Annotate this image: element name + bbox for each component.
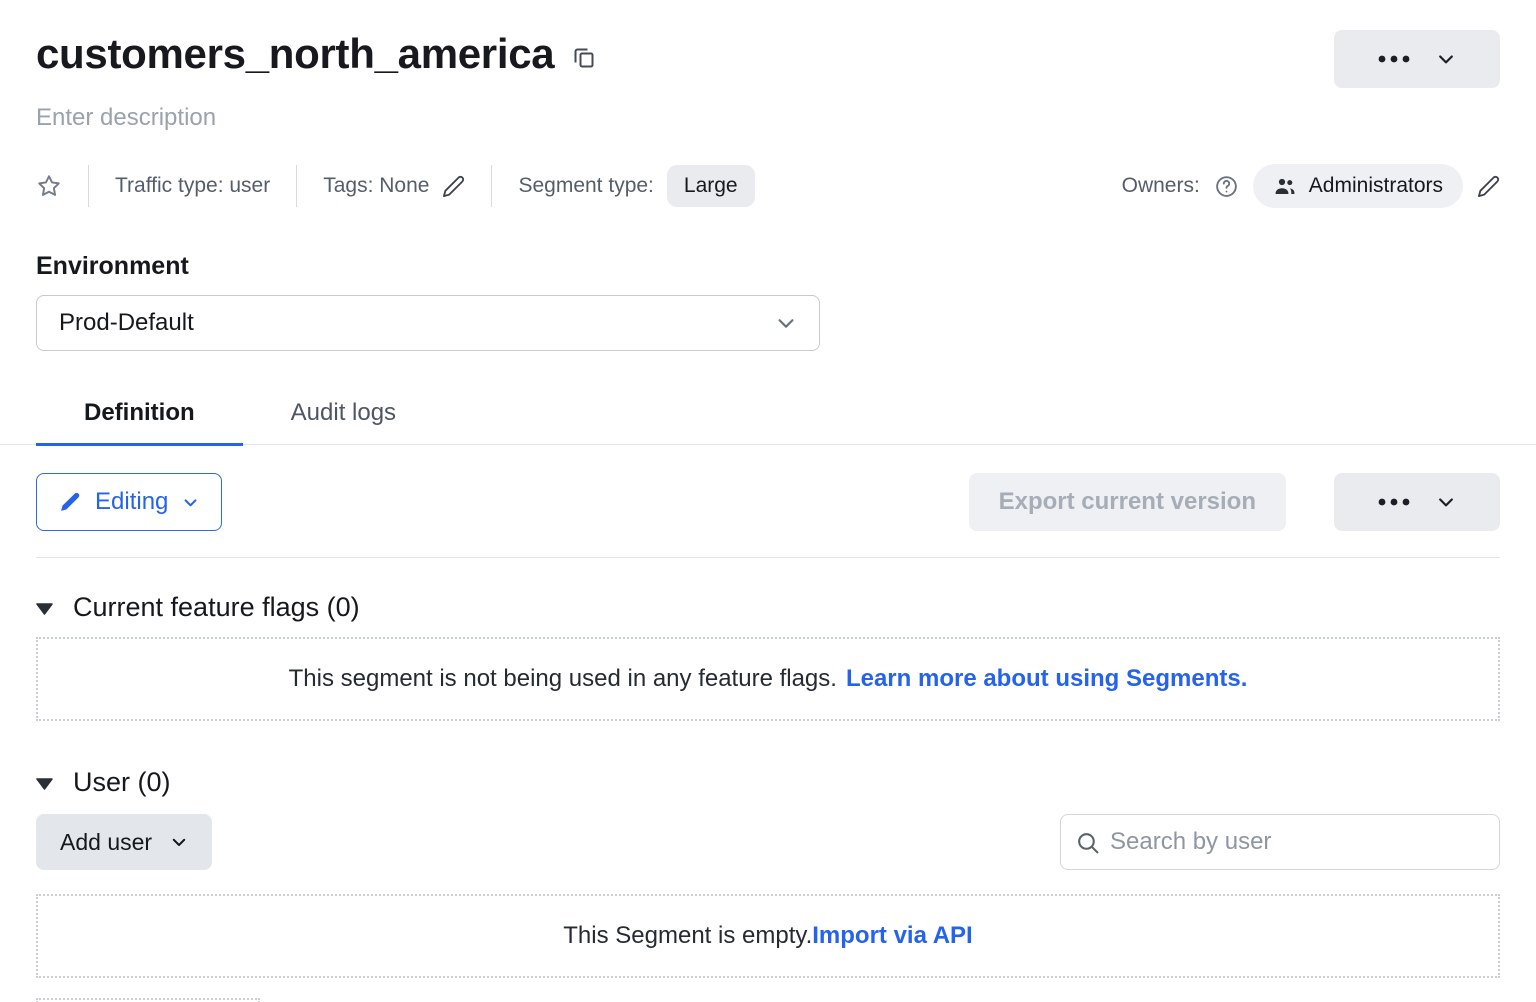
environment-label: Environment (36, 252, 1500, 281)
question-icon[interactable] (1214, 174, 1239, 199)
copy-icon[interactable] (572, 44, 596, 70)
user-section: User (0) Add user This Segment is empty. (36, 767, 1500, 1002)
ellipsis-icon (1378, 498, 1410, 506)
ellipsis-icon (1378, 55, 1410, 63)
user-empty-text: This Segment is empty. (563, 922, 812, 950)
definition-toolbar: Editing Export current version (36, 473, 1500, 558)
tab-bar: Definition Audit logs (0, 385, 1536, 445)
triangle-down-icon (36, 603, 53, 615)
segment-page: customers_north_america Enter descriptio… (0, 30, 1536, 1002)
environment-selected-value: Prod-Default (59, 309, 194, 337)
traffic-type-label: Traffic type: user (115, 174, 270, 198)
title-row: customers_north_america (36, 30, 1500, 88)
user-section-toggle[interactable]: User (0) (36, 767, 171, 798)
chevron-down-icon (182, 494, 199, 511)
environment-section: Environment Prod-Default (36, 252, 1500, 351)
user-empty-state: This Segment is empty. Import via API (36, 894, 1500, 978)
toolbar-more-button[interactable] (1334, 473, 1500, 531)
search-by-user-input[interactable] (1110, 828, 1485, 856)
owners-label: Owners: (1122, 174, 1200, 198)
description-placeholder[interactable]: Enter description (36, 104, 1500, 132)
edit-owners-pencil-icon[interactable] (1477, 175, 1500, 198)
tab-audit-logs[interactable]: Audit logs (243, 385, 444, 446)
user-toolbar: Add user (36, 814, 1500, 870)
user-section-title: User (0) (73, 767, 171, 798)
chevron-down-icon (1436, 49, 1456, 69)
export-current-version-button[interactable]: Export current version (969, 473, 1286, 531)
owners-cluster: Owners: (1122, 164, 1500, 208)
chevron-down-icon (775, 312, 797, 334)
segment-type-badge: Large (667, 165, 755, 207)
title-group: customers_north_america (36, 30, 596, 78)
edit-tags-pencil-icon[interactable] (442, 175, 465, 198)
triangle-down-icon (36, 778, 53, 790)
chevron-down-icon (170, 833, 188, 851)
feature-flags-empty-state: This segment is not being used in any fe… (36, 637, 1500, 721)
editing-mode-button[interactable]: Editing (36, 473, 222, 531)
segment-type-group: Segment type: Large (518, 165, 754, 207)
editing-label: Editing (95, 488, 168, 516)
toolbar-right: Export current version (969, 473, 1500, 531)
people-icon (1273, 174, 1297, 198)
pencil-icon (59, 491, 81, 513)
star-icon[interactable] (36, 173, 62, 199)
divider (296, 165, 297, 207)
chevron-down-icon (1436, 492, 1456, 512)
feature-flags-toggle[interactable]: Current feature flags (0) (36, 592, 360, 623)
meta-row: Traffic type: user Tags: None Segment ty… (36, 164, 1500, 208)
divider (491, 165, 492, 207)
feature-flags-section: Current feature flags (0) This segment i… (36, 592, 1500, 721)
feature-flags-title: Current feature flags (0) (73, 592, 360, 623)
feature-flags-empty-text: This segment is not being used in any fe… (289, 665, 837, 693)
tags-label: Tags: None (323, 174, 429, 198)
owners-badge[interactable]: Administrators (1253, 164, 1463, 208)
user-search-box (1060, 814, 1500, 870)
owners-value: Administrators (1309, 174, 1443, 198)
search-icon (1075, 830, 1100, 855)
partial-dotted-box (36, 998, 260, 1002)
add-user-button[interactable]: Add user (36, 814, 212, 870)
page-header: customers_north_america Enter descriptio… (36, 30, 1500, 208)
page-title: customers_north_america (36, 30, 554, 78)
add-user-label: Add user (60, 829, 152, 856)
environment-select[interactable]: Prod-Default (36, 295, 820, 351)
header-more-button[interactable] (1334, 30, 1500, 88)
learn-more-segments-link[interactable]: Learn more about using Segments. (846, 665, 1247, 693)
segment-type-label: Segment type: (518, 174, 653, 198)
tab-definition[interactable]: Definition (36, 385, 243, 446)
divider (88, 165, 89, 207)
tags-group: Tags: None (323, 174, 465, 198)
import-via-api-link[interactable]: Import via API (812, 922, 972, 950)
